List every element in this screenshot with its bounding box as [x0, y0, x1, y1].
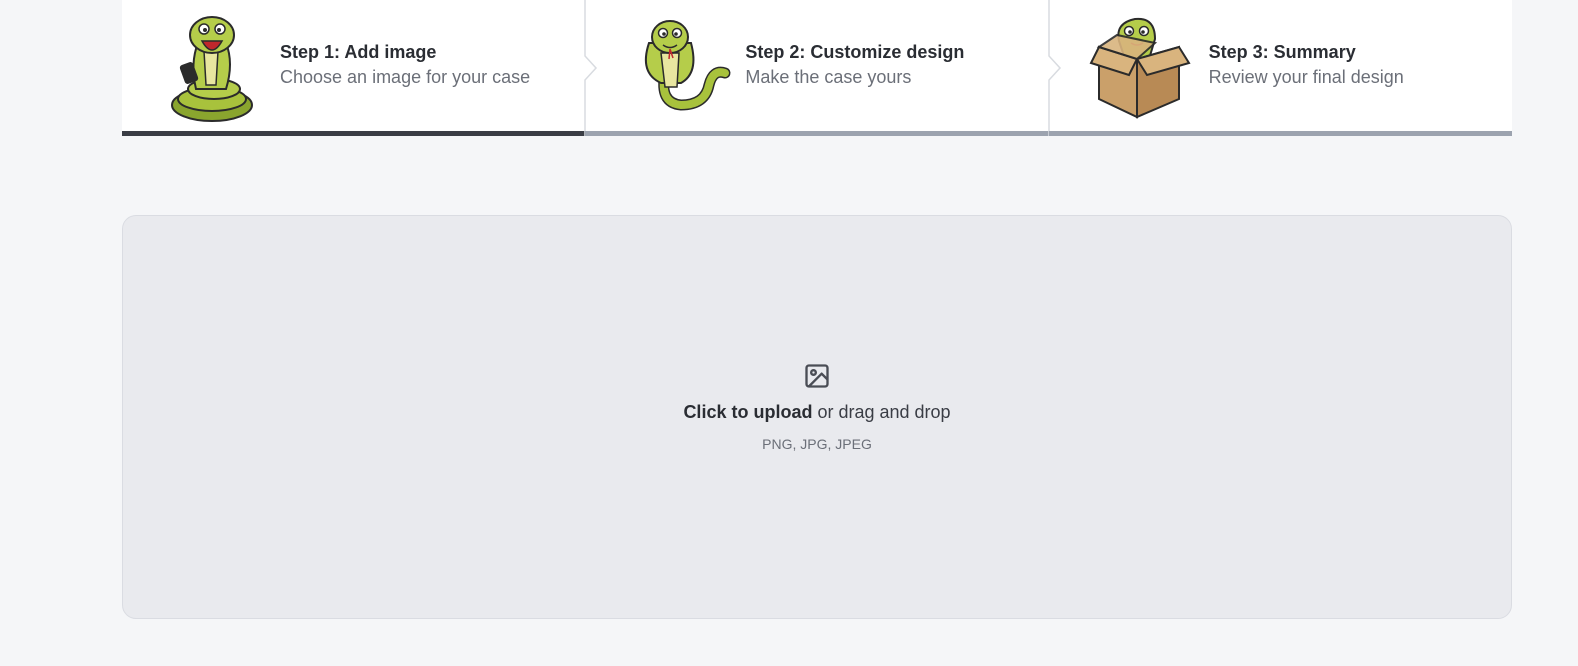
snake-holding-phone-icon	[171, 16, 253, 122]
step-customize-design[interactable]: Step 2: Customize design Make the case y…	[584, 0, 1049, 136]
upload-dropzone[interactable]: Click to upload or drag and drop PNG, JP…	[122, 215, 1512, 619]
step-subtitle: Choose an image for your case	[280, 67, 531, 87]
image-icon	[805, 364, 829, 388]
step-progress-bar	[1048, 131, 1512, 136]
step-summary[interactable]: Step 3: Summary Review your final design	[1047, 0, 1512, 136]
click-to-upload-link[interactable]: Click to upload	[683, 402, 812, 422]
step-title: Step 2: Customize design	[745, 42, 965, 62]
snake-in-box-icon	[1089, 17, 1191, 119]
step-progress-bar	[122, 131, 586, 136]
cobra-snake-icon	[645, 20, 731, 111]
step-progress-bar	[585, 131, 1049, 136]
step-title: Step 1: Add image	[280, 42, 437, 62]
step-divider	[1047, 0, 1061, 136]
step-subtitle: Review your final design	[1208, 67, 1404, 87]
accepted-formats: PNG, JPG, JPEG	[762, 436, 872, 452]
step-subtitle: Make the case yours	[745, 67, 912, 87]
step-add-image[interactable]: Step 1: Add image Choose an image for yo…	[122, 0, 586, 136]
upload-instructions: Click to upload or drag and drop	[683, 400, 950, 424]
steps-nav: Step 1: Add image Choose an image for yo…	[122, 0, 1512, 136]
step-divider	[584, 0, 598, 136]
drag-drop-text: or drag and drop	[812, 402, 951, 422]
step-title: Step 3: Summary	[1208, 42, 1356, 62]
